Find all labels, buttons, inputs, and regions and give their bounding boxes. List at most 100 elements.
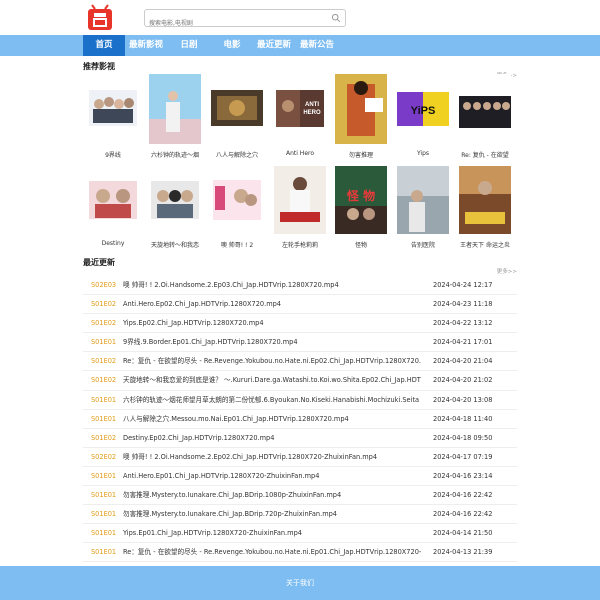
- poster-overlay-text: HERO: [303, 110, 321, 116]
- poster-caption: Yips: [416, 150, 430, 157]
- list-item[interactable]: S02E02 噢 帅哥! ! 2.Oi.Handsome.2.Ep02.Chi_J…: [83, 448, 517, 467]
- poster-item[interactable]: 噢 帅哥! ! 2: [206, 166, 268, 249]
- poster-image[interactable]: [211, 74, 263, 144]
- poster-caption: 9界线: [105, 152, 121, 159]
- poster-image[interactable]: [459, 74, 511, 144]
- poster-overlay-text: YiPS: [411, 105, 436, 117]
- poster-image[interactable]: [87, 166, 139, 234]
- update-date: 2024-04-16 22:42: [433, 491, 493, 500]
- update-date: 2024-04-13 21:39: [433, 548, 493, 557]
- file-title-link[interactable]: 勿害推理.Mystery.to.Iunakare.Chi_Jap.BDrip.1…: [123, 486, 423, 505]
- poster-image[interactable]: [397, 166, 449, 234]
- episode-code: S02E03: [91, 281, 117, 289]
- file-title-link[interactable]: Re：复仇 - 在欲望的尽头 - Re.Revenge.Yokubou.no.H…: [123, 543, 423, 562]
- nav-item-latest[interactable]: 最新影视: [125, 35, 167, 56]
- nav-item-movie[interactable]: 电影: [211, 35, 253, 56]
- poster-overlay-text: 怪 物: [346, 188, 375, 203]
- poster-image[interactable]: [149, 74, 201, 144]
- poster-overlay-text: ANTI: [305, 102, 319, 108]
- update-date: 2024-04-20 21:02: [433, 376, 493, 385]
- poster-item[interactable]: YiPS Yips: [392, 74, 454, 157]
- poster-item[interactable]: Destiny: [82, 166, 144, 247]
- poster-caption: Anti Hero: [285, 150, 315, 157]
- file-title-link[interactable]: 勿害推理.Mystery.to.Iunakare.Chi_Jap.BDrip.7…: [123, 505, 423, 524]
- poster-image[interactable]: [459, 166, 511, 234]
- list-item[interactable]: S01E01 八人与解除之穴.Messou.mo.Nai.Ep01.Chi_Jap…: [83, 410, 517, 429]
- poster-image[interactable]: [211, 166, 263, 234]
- list-item[interactable]: S01E01 Yips.Ep01.Chi_Jap.HDTVrip.1280X720…: [83, 524, 517, 544]
- list-item[interactable]: S01E01 Re：复仇 - 在欲望的尽头 - Re.Revenge.Yokubo…: [83, 543, 517, 563]
- poster-caption: 天旋地转～和我恋: [150, 242, 199, 249]
- poster-caption: 勿害推理: [348, 152, 373, 159]
- poster-item[interactable]: 怪 物 怪物: [330, 166, 392, 249]
- list-item[interactable]: S01E01 六杉钟的轨迹～烟花师望月草太朗的第二份忧郁.6.Byoukan.No…: [83, 391, 517, 410]
- nav-item-home[interactable]: 首页: [83, 35, 125, 56]
- episode-code: S01E01: [91, 471, 117, 480]
- poster-item[interactable]: 告别医院: [392, 166, 454, 249]
- site-logo[interactable]: [87, 4, 113, 31]
- file-title-link[interactable]: 八人与解除之穴.Messou.mo.Nai.Ep01.Chi_Jap.HDTVr…: [123, 410, 423, 429]
- list-item[interactable]: S01E02 Yips.Ep02.Chi_Jap.HDTVrip.1280X720…: [83, 314, 517, 334]
- site-footer: 关于我们: [0, 566, 600, 600]
- update-date: 2024-04-18 11:40: [433, 414, 493, 423]
- poster-item[interactable]: 王者天下 命运之炎: [454, 166, 516, 249]
- poster-item[interactable]: Re: 复仇 - 在欲望: [454, 74, 516, 159]
- update-date: 2024-04-20 13:08: [433, 395, 493, 404]
- list-item[interactable]: S01E02 Anti.Hero.Ep02.Chi_Jap.HDTVrip.128…: [83, 295, 517, 315]
- poster-item[interactable]: ANTI HERO Anti Hero: [269, 74, 331, 157]
- episode-code: S01E02: [91, 376, 117, 385]
- poster-image[interactable]: [274, 166, 326, 234]
- file-title-link[interactable]: Destiny.Ep02.Chi_Jap.HDTVrip.1280X720.mp…: [123, 429, 423, 448]
- search-input[interactable]: [145, 15, 325, 32]
- list-item[interactable]: S02E03 噢 帅哥! ! 2.Oi.Handsome.2.Ep03.Chi_J…: [83, 276, 517, 296]
- poster-image[interactable]: YiPS: [397, 74, 449, 144]
- list-item[interactable]: S01E02 Destiny.Ep02.Chi_Jap.HDTVrip.1280X…: [83, 429, 517, 448]
- episode-code: S01E01: [91, 548, 117, 557]
- poster-caption: 噢 帅哥! ! 2: [220, 242, 254, 249]
- file-title-link[interactable]: 噢 帅哥! ! 2.Oi.Handsome.2.Ep03.Chi_Jap.HDT…: [123, 276, 423, 295]
- poster-item[interactable]: 勿害推理: [330, 74, 392, 159]
- poster-image[interactable]: 怪 物: [335, 166, 387, 234]
- file-title-link[interactable]: 9界线.9.Border.Ep01.Chi_Jap.HDTVrip.1280X7…: [123, 333, 423, 352]
- list-item[interactable]: S01E01 勿害推理.Mystery.to.Iunakare.Chi_Jap.B…: [83, 486, 517, 506]
- poster-item[interactable]: 左轮手枪莉莉: [269, 166, 331, 249]
- nav-item-jdrama[interactable]: 日剧: [168, 35, 210, 56]
- poster-caption: 八人与解除之穴: [215, 152, 258, 159]
- search-icon[interactable]: [331, 13, 341, 23]
- poster-item[interactable]: 9界线: [82, 74, 144, 159]
- update-date: 2024-04-14 21:50: [433, 529, 493, 538]
- update-date: 2024-04-20 21:04: [433, 357, 493, 366]
- nav-item-announcements[interactable]: 最新公告: [296, 35, 338, 56]
- file-title-link[interactable]: 六杉钟的轨迹～烟花师望月草太朗的第二份忧郁.6.Byoukan.No.Kisek…: [123, 391, 423, 410]
- poster-image[interactable]: [335, 74, 387, 144]
- poster-item[interactable]: 八人与解除之穴: [206, 74, 268, 159]
- file-title-link[interactable]: 噢 帅哥! ! 2.Oi.Handsome.2.Ep02.Chi_Jap.HDT…: [123, 448, 423, 467]
- update-date: 2024-04-16 22:42: [433, 510, 493, 519]
- poster-item[interactable]: 六杉钟的轨迹～烟: [144, 74, 206, 159]
- poster-image[interactable]: [149, 166, 201, 234]
- file-title-link[interactable]: Yips.Ep01.Chi_Jap.HDTVrip.1280X720-Zhuix…: [123, 524, 423, 543]
- file-title-link[interactable]: Anti.Hero.Ep01.Chi_Jap.HDTVrip.1280X720-…: [123, 467, 423, 486]
- nav-item-recent-updates[interactable]: 最近更新: [253, 35, 295, 56]
- search-box: [144, 9, 346, 32]
- recent-more-link[interactable]: 更多>>: [497, 267, 517, 275]
- update-date: 2024-04-18 09:50: [433, 433, 493, 442]
- episode-code: S01E01: [91, 491, 117, 500]
- list-item[interactable]: S01E02 Re：复仇 - 在欲望的尽头 - Re.Revenge.Yokubo…: [83, 352, 517, 372]
- about-us-link[interactable]: 关于我们: [286, 579, 314, 587]
- poster-image[interactable]: [87, 74, 139, 144]
- recent-list: S02E03 噢 帅哥! ! 2.Oi.Handsome.2.Ep03.Chi_J…: [83, 276, 517, 563]
- file-title-link[interactable]: Anti.Hero.Ep02.Chi_Jap.HDTVrip.1280X720.…: [123, 295, 423, 314]
- file-title-link[interactable]: Yips.Ep02.Chi_Jap.HDTVrip.1280X720.mp4: [123, 314, 423, 333]
- list-item[interactable]: S01E01 Anti.Hero.Ep01.Chi_Jap.HDTVrip.128…: [83, 467, 517, 487]
- list-item[interactable]: S01E01 勿害推理.Mystery.to.Iunakare.Chi_Jap.B…: [83, 505, 517, 525]
- update-date: 2024-04-17 07:19: [433, 452, 493, 461]
- episode-code: S01E01: [91, 395, 117, 404]
- file-title-link[interactable]: Re：复仇 - 在欲望的尽头 - Re.Revenge.Yokubou.no.H…: [123, 352, 423, 371]
- list-item[interactable]: S01E02 天旋地转～和我恋爱的到底是谁？ ～.Kururi.Dare.ga.W…: [83, 371, 517, 391]
- file-title-link[interactable]: 天旋地转～和我恋爱的到底是谁？ ～.Kururi.Dare.ga.Watashi…: [123, 371, 423, 390]
- poster-image[interactable]: ANTI HERO: [274, 74, 326, 144]
- poster-item[interactable]: 天旋地转～和我恋: [144, 166, 206, 249]
- episode-code: S01E02: [91, 357, 117, 366]
- list-item[interactable]: S01E01 9界线.9.Border.Ep01.Chi_Jap.HDTVrip.…: [83, 333, 517, 353]
